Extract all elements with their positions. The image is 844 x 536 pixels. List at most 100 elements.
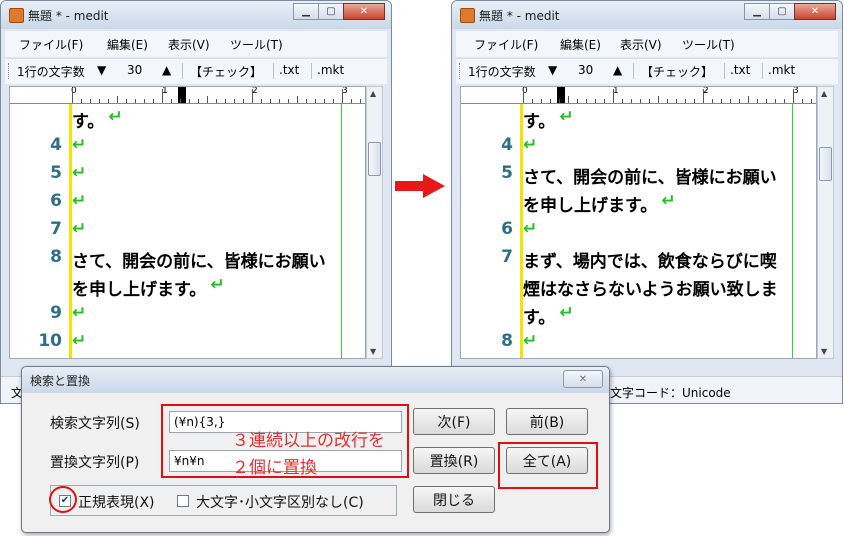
scroll-up-icon[interactable]: ▲ <box>370 89 376 98</box>
ruler-tick <box>81 99 82 103</box>
regex-label[interactable]: 正規表現(X) <box>78 492 155 512</box>
options-group: ✔ 正規表現(X) 大文字･小文字区別なし(C) <box>50 485 397 516</box>
menu-file[interactable]: ファイル(F) <box>474 36 538 53</box>
vertical-scrollbar[interactable]: ▲ ▼ <box>366 86 383 359</box>
menu-edit[interactable]: 編集(E) <box>107 36 148 53</box>
text-editor[interactable]: 0 1 2 3 す。 ↵ 4 ↵ 5 ↵ 6 ↵ 7 ↵ 8 さて、開会の前に、皆様にお願い を申し上げ… <box>9 86 366 359</box>
txt-button[interactable]: .txt <box>279 63 299 77</box>
toolbar: 1行の文字数 ▼ 30 ▲ 【チェック】 .txt .mkt <box>5 58 387 84</box>
ruler-tick <box>649 99 650 103</box>
chars-per-line-value[interactable]: 30 <box>127 63 142 77</box>
toolbar-separator <box>311 63 312 79</box>
line-number: 4 <box>50 135 62 155</box>
chars-per-line-label: 1行の文字数 <box>17 65 85 79</box>
ignore-case-checkbox[interactable] <box>177 495 189 507</box>
ruler-tick <box>676 99 677 103</box>
ruler-tick <box>640 99 641 103</box>
ruler-tick <box>757 99 758 103</box>
decrease-button[interactable]: ▼ <box>548 63 557 77</box>
return-mark-icon: ↵ <box>523 135 538 155</box>
check-button[interactable]: 【チェック】 <box>190 63 262 80</box>
editor-line-text: 煙はなさらないようお願い致しま <box>523 280 778 300</box>
ruler-tick <box>297 96 298 103</box>
decrease-button[interactable]: ▼ <box>97 63 106 77</box>
ruler-tick <box>577 99 578 103</box>
line-number: 5 <box>501 163 513 183</box>
ruler-tick <box>288 99 289 103</box>
ruler-tick <box>351 99 352 103</box>
ignore-case-label[interactable]: 大文字･小文字区別なし(C) <box>196 492 364 512</box>
chars-per-line-label: 1行の文字数 <box>468 65 536 79</box>
vertical-scrollbar[interactable]: ▲ ▼ <box>817 86 834 359</box>
scroll-down-icon[interactable]: ▼ <box>370 347 376 356</box>
find-next-button[interactable]: 次(F) <box>413 408 495 435</box>
ruler-tick <box>153 99 154 103</box>
ruler-tick <box>613 89 614 103</box>
annotation-text-line1: ３連続以上の改行を <box>232 431 385 451</box>
dialog-title-bar: 検索と置換 ✕ <box>22 367 609 393</box>
scroll-down-icon[interactable]: ▼ <box>821 347 827 356</box>
mkt-button[interactable]: .mkt <box>317 63 344 77</box>
return-mark-icon: ↵ <box>72 331 87 351</box>
close-dialog-button[interactable]: 閉じる <box>413 486 495 513</box>
ruler-tick <box>216 99 217 103</box>
ruler-tick <box>712 99 713 103</box>
increase-button[interactable]: ▲ <box>613 63 622 77</box>
menu-bar: ファイル(F) 編集(E) 表示(V) ツール(T) <box>5 31 387 57</box>
return-mark-icon: ↵ <box>72 135 87 155</box>
return-mark-icon: ↵ <box>210 275 225 295</box>
minimize-button[interactable]: ▁ <box>744 3 770 20</box>
maximize-button[interactable]: ▢ <box>318 3 344 20</box>
ruler: 0 1 2 3 <box>10 87 365 104</box>
editor-line-text: さて、開会の前に、皆様にお願い <box>523 168 777 188</box>
return-mark-icon: ↵ <box>72 303 87 323</box>
close-button[interactable]: ✕ <box>343 3 385 20</box>
ruler-tick <box>811 99 812 103</box>
menu-tools[interactable]: ツール(T) <box>230 36 283 53</box>
check-button[interactable]: 【チェック】 <box>641 63 713 80</box>
return-mark-icon: ↵ <box>661 191 676 211</box>
maximize-button[interactable]: ▢ <box>769 3 795 20</box>
increase-button[interactable]: ▲ <box>162 63 171 77</box>
menu-edit[interactable]: 編集(E) <box>560 36 601 53</box>
ruler-tick <box>117 96 118 103</box>
find-prev-button[interactable]: 前(B) <box>506 408 588 435</box>
scrollbar-thumb[interactable] <box>819 147 832 181</box>
return-mark-icon: ↵ <box>72 219 87 239</box>
search-label: 検索文字列(S) <box>50 416 140 432</box>
scrollbar-thumb[interactable] <box>368 142 381 176</box>
toolbar-grip[interactable] <box>8 63 11 79</box>
ruler-tick <box>604 99 605 103</box>
ruler-tick <box>559 99 560 103</box>
dialog-title: 検索と置換 <box>30 374 91 388</box>
ruler-tick <box>793 89 794 103</box>
return-mark-icon: ↵ <box>108 107 123 127</box>
ruler-tick <box>775 99 776 103</box>
text-editor[interactable]: 0 1 2 3 す。 ↵ 4 ↵ 5 さて、開会の前に、皆様にお願い を申し上げます。 ↵ 6 ↵… <box>460 86 817 359</box>
txt-button[interactable]: .txt <box>730 63 750 77</box>
menu-view[interactable]: 表示(V) <box>620 36 662 53</box>
ruler-tick <box>784 99 785 103</box>
menu-tools[interactable]: ツール(T) <box>682 36 735 53</box>
dialog-close-button[interactable]: ✕ <box>563 370 603 388</box>
editor-line-text: す。 <box>72 112 105 132</box>
ruler-tick <box>342 89 343 103</box>
ruler-tick <box>261 99 262 103</box>
ruler-tick <box>622 99 623 103</box>
line-number: 8 <box>50 247 62 267</box>
replace-button[interactable]: 置換(R) <box>413 447 495 474</box>
annotation-text-line2: ２個に置換 <box>232 458 317 478</box>
line-number: 9 <box>50 303 62 323</box>
menu-view[interactable]: 表示(V) <box>168 36 210 53</box>
menu-file[interactable]: ファイル(F) <box>19 36 83 53</box>
scroll-up-icon[interactable]: ▲ <box>821 89 827 98</box>
toolbar-separator <box>182 63 183 79</box>
close-button[interactable]: ✕ <box>794 3 836 20</box>
mkt-button[interactable]: .mkt <box>768 63 795 77</box>
chars-per-line-value[interactable]: 30 <box>578 63 593 77</box>
minimize-button[interactable]: ▁ <box>293 3 319 20</box>
toolbar-grip[interactable] <box>459 63 462 79</box>
replace-label: 置換文字列(P) <box>50 455 140 471</box>
ruler-tick <box>108 99 109 103</box>
ruler-tick <box>279 99 280 103</box>
